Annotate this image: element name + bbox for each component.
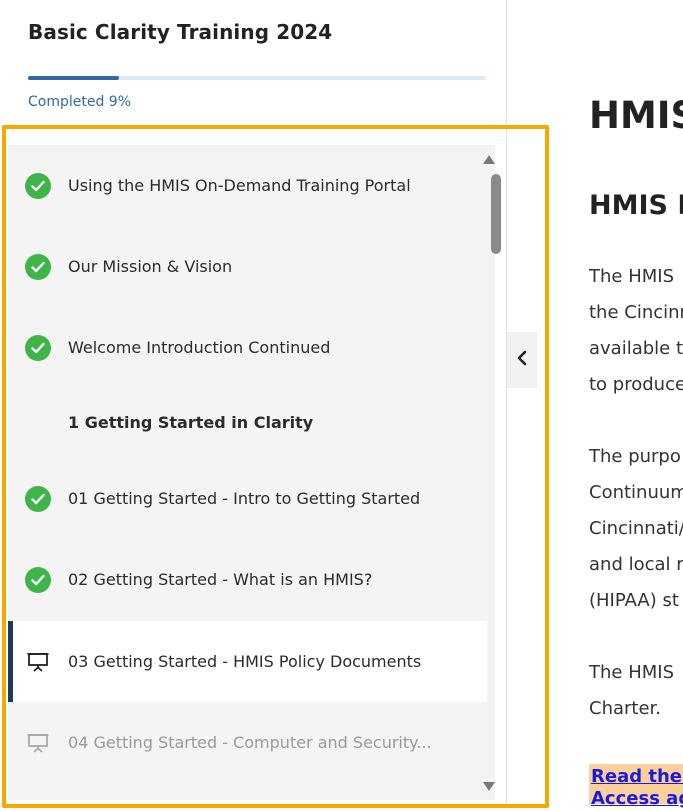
- lesson-item[interactable]: 02 Getting Started - What is an HMIS?: [8, 539, 487, 620]
- collapse-sidebar-button[interactable]: [507, 332, 537, 388]
- lesson-label: 01 Getting Started - Intro to Getting St…: [68, 489, 421, 508]
- lesson-label: 04 Getting Started - Computer and Securi…: [68, 733, 432, 752]
- paragraph-line: the Cincinn: [589, 302, 683, 323]
- page-title: HMIS: [589, 94, 683, 137]
- lesson-label: Welcome Introduction Continued: [68, 338, 331, 357]
- course-title: Basic Clarity Training 2024: [28, 20, 333, 44]
- presentation-icon: [25, 649, 51, 675]
- paragraph-line: The HMIS: [589, 266, 674, 287]
- paragraph-line: The HMIS: [589, 662, 674, 683]
- section-header: 1 Getting Started in Clarity: [8, 382, 487, 463]
- check-circle-icon: [25, 485, 51, 512]
- paragraph-line: Cincinnati/: [589, 518, 683, 539]
- lesson-item-active[interactable]: 03 Getting Started - HMIS Policy Documen…: [8, 621, 487, 702]
- link-text[interactable]: Access ag: [591, 788, 683, 809]
- document-link[interactable]: Read the c Access ag: [589, 764, 683, 809]
- lesson-item[interactable]: Using the HMIS On-Demand Training Portal: [8, 145, 487, 226]
- progress-fill: [28, 76, 119, 80]
- lesson-label: 02 Getting Started - What is an HMIS?: [68, 570, 373, 589]
- scroll-up-arrow-icon[interactable]: [483, 155, 495, 164]
- lesson-label: Using the HMIS On-Demand Training Portal: [68, 176, 411, 195]
- check-circle-icon: [25, 253, 51, 280]
- paragraph-line: Charter.: [589, 698, 662, 719]
- progress-bar: [28, 76, 486, 80]
- course-sidebar: Basic Clarity Training 2024 Completed 9%…: [8, 0, 507, 805]
- lesson-item[interactable]: 04 Getting Started - Computer and Securi…: [8, 702, 487, 783]
- lesson-item[interactable]: 01 Getting Started - Intro to Getting St…: [8, 458, 487, 539]
- paragraph-line: and local r: [589, 554, 683, 575]
- lesson-label: 03 Getting Started - HMIS Policy Documen…: [68, 652, 422, 671]
- check-circle-icon: [25, 566, 51, 593]
- lesson-content: HMIS HMIS P The HMIS the Cincinn availab…: [589, 0, 683, 811]
- paragraph-line: available t: [589, 338, 683, 359]
- scrollbar-thumb[interactable]: [491, 174, 501, 254]
- paragraph-line: The purpo: [589, 446, 681, 467]
- link-text[interactable]: Read the c: [591, 766, 683, 787]
- lesson-label: Our Mission & Vision: [68, 257, 233, 276]
- chevron-left-icon: [516, 350, 528, 370]
- lesson-item[interactable]: Welcome Introduction Continued: [8, 307, 487, 388]
- section-heading: HMIS P: [589, 190, 683, 221]
- paragraph-line: Continuum: [589, 482, 683, 503]
- check-circle-icon: [25, 334, 51, 361]
- scroll-down-arrow-icon[interactable]: [483, 782, 495, 791]
- progress-label: Completed 9%: [28, 94, 132, 110]
- presentation-icon: [25, 730, 51, 756]
- check-circle-icon: [25, 172, 51, 199]
- lesson-list: Using the HMIS On-Demand Training Portal…: [8, 145, 495, 800]
- paragraph-line: (HIPAA) st: [589, 590, 679, 611]
- lesson-item[interactable]: Our Mission & Vision: [8, 226, 487, 307]
- paragraph-line: to produce: [589, 374, 683, 395]
- section-label: 1 Getting Started in Clarity: [68, 413, 314, 432]
